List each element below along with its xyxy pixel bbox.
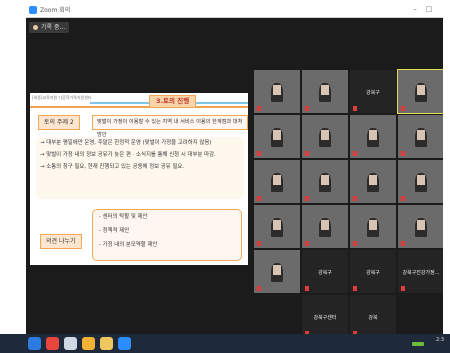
participant-tile[interactable]	[254, 70, 300, 113]
files-icon[interactable]	[100, 337, 113, 350]
opinion-item: - 센터의 탁할 및 제안	[99, 214, 148, 220]
discussion-point: → 소통의 창구 필요, 현재 진행되고 있는 공동체 정보 공유 필요.	[40, 164, 185, 170]
recording-icon	[33, 25, 38, 30]
muted-mic-icon	[401, 106, 405, 111]
participant-tile[interactable]	[302, 70, 348, 113]
search-icon[interactable]	[64, 337, 77, 350]
participant-tile[interactable]	[302, 160, 348, 203]
muted-mic-icon	[305, 151, 309, 156]
chrome-icon[interactable]	[46, 337, 59, 350]
participant-tile[interactable]	[254, 205, 300, 248]
participant-tile[interactable]: 강북구센터	[302, 295, 348, 338]
participant-tile[interactable]: 강북	[350, 295, 396, 338]
blurred-face	[321, 220, 329, 230]
blurred-face	[417, 175, 425, 185]
participant-tile[interactable]	[254, 160, 300, 203]
muted-mic-icon	[353, 196, 357, 201]
zoom-icon[interactable]	[118, 337, 131, 350]
shared-screen: [세종]교육자원 다음학가족지원센터 3.토의 진행 토의 주제 2 맞벌이 가…	[30, 93, 248, 265]
muted-mic-icon	[401, 196, 405, 201]
participant-name: 강북	[368, 315, 378, 322]
participant-name: 강북구	[366, 270, 380, 277]
discussion-point: → 맞벌이 가정 내의 정보 공유가 늦은 편 · 소식지를 통해 신청 시 대…	[40, 152, 216, 158]
participant-name: 강북구센터	[313, 315, 337, 322]
header-orange-line	[30, 106, 248, 108]
participant-name: 강북구	[366, 90, 380, 97]
slide-heading: 3.토의 진행	[149, 95, 197, 108]
blurred-face	[321, 175, 329, 185]
recording-indicator[interactable]: 기록 중...	[29, 22, 70, 33]
battery-icon	[412, 342, 424, 346]
maximize-button[interactable]: □	[423, 4, 435, 15]
muted-mic-icon	[353, 106, 357, 111]
muted-mic-icon	[401, 286, 405, 291]
participant-tile[interactable]	[398, 160, 443, 203]
slide-header: [세종]교육자원 다음학가족지원센터 3.토의 진행	[30, 93, 248, 108]
blurred-face	[369, 220, 377, 230]
blurred-face	[417, 220, 425, 230]
participant-tile[interactable]: 강북구	[350, 70, 396, 113]
blurred-face	[273, 130, 281, 140]
blurred-face	[273, 85, 281, 95]
participant-tile[interactable]	[350, 160, 396, 203]
zoom-app-icon	[29, 6, 37, 14]
opinion-label: 의견 나누기	[40, 234, 82, 249]
muted-mic-icon	[257, 286, 261, 291]
recording-label: 기록 중...	[41, 24, 66, 31]
slide-caption: [세종]교육자원 다음학가족지원센터	[32, 95, 92, 100]
zoom-window: Zoom 회의 – □ 기록 중... [세종]교육자원 다음학가족지원센터 3…	[26, 3, 443, 350]
opinion-item: - 정책적 제안	[99, 228, 130, 234]
muted-mic-icon	[257, 241, 261, 246]
blurred-face	[273, 175, 281, 185]
participant-name: 강북구	[318, 270, 332, 277]
discussion-points: → 대부분 평일에만 운영, 주말은 한정적 운영 (맞벌이 가정을 고려하지 …	[36, 137, 244, 199]
start-icon[interactable]	[28, 337, 41, 350]
topic-text: 맞벌이 가정이 이용할 수 있는 지역 내 서비스 이용의 한계점과 대처방안	[92, 115, 248, 138]
windows-taskbar: 2:3	[0, 334, 450, 353]
minimize-button[interactable]: –	[409, 4, 421, 15]
muted-mic-icon	[305, 106, 309, 111]
topic-label: 토의 주제 2	[38, 115, 80, 130]
participant-tile[interactable]	[397, 69, 443, 114]
participant-tile[interactable]: 강북구	[350, 250, 396, 293]
app-icon[interactable]	[82, 337, 95, 350]
blurred-face	[273, 265, 281, 275]
muted-mic-icon	[257, 106, 261, 111]
participant-tile[interactable]	[302, 205, 348, 248]
participant-tile[interactable]	[350, 205, 396, 248]
window-title: Zoom 회의	[40, 7, 71, 14]
muted-mic-icon	[353, 241, 357, 246]
muted-mic-icon	[257, 151, 261, 156]
meeting-subbar: 기록 중...	[26, 18, 443, 36]
muted-mic-icon	[401, 151, 405, 156]
participant-tile[interactable]	[302, 115, 348, 158]
muted-mic-icon	[401, 241, 405, 246]
participant-tile[interactable]: 강북구	[302, 250, 348, 293]
muted-mic-icon	[353, 286, 357, 291]
blurred-face	[369, 175, 377, 185]
participant-tile[interactable]	[350, 115, 396, 158]
participant-tile[interactable]	[398, 205, 443, 248]
title-bar: Zoom 회의 – □	[26, 3, 443, 18]
muted-mic-icon	[257, 196, 261, 201]
blurred-face	[321, 130, 329, 140]
participant-tile[interactable]: 강북구진강가정...	[398, 250, 443, 293]
opinion-box: - 센터의 탁할 및 제안 - 정책적 제안 - 가정 내의 분모역할 제안	[92, 209, 242, 261]
muted-mic-icon	[353, 151, 357, 156]
muted-mic-icon	[305, 196, 309, 201]
blurred-face	[417, 85, 425, 95]
blurred-face	[369, 130, 377, 140]
discussion-point: → 대부분 평일에만 운영, 주말은 한정적 운영 (맞벌이 가정을 고려하지 …	[40, 140, 212, 146]
opinion-item: - 가정 내의 분모역할 제안	[99, 242, 158, 248]
blurred-face	[417, 130, 425, 140]
participant-tile[interactable]	[254, 115, 300, 158]
participant-tile[interactable]	[254, 250, 300, 293]
participant-name: 강북구진강가정...	[402, 270, 440, 277]
blurred-face	[321, 85, 329, 95]
participant-tile[interactable]	[398, 115, 443, 158]
blurred-face	[273, 220, 281, 230]
muted-mic-icon	[305, 286, 309, 291]
clock: 2:3	[435, 337, 444, 343]
muted-mic-icon	[305, 241, 309, 246]
